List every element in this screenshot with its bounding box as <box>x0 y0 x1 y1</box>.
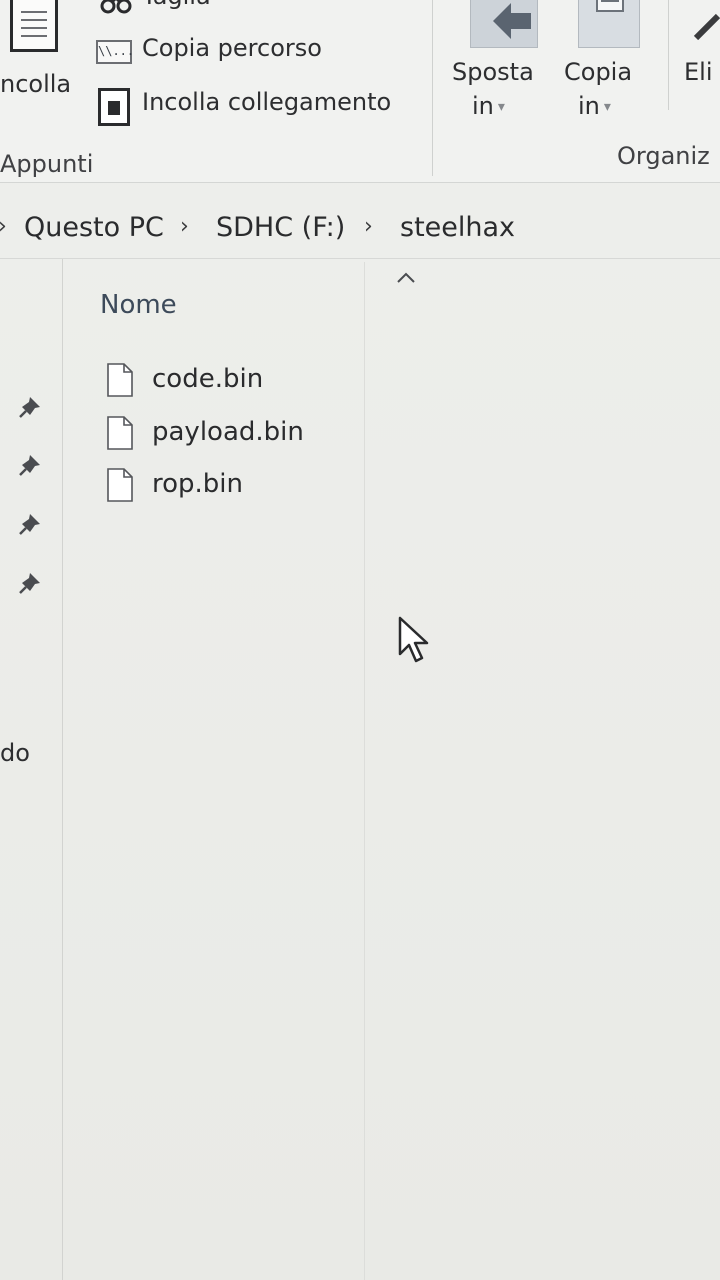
chevron-down-icon: ▾ <box>603 99 611 115</box>
ribbon-group-divider <box>432 0 433 176</box>
sort-ascending-icon <box>397 272 415 283</box>
ribbon-button-divider <box>668 0 669 110</box>
delete-button[interactable]: Eli <box>684 58 713 86</box>
paste-shortcut-button[interactable]: Incolla collegamento <box>142 88 391 116</box>
file-row[interactable]: code.bin <box>100 358 350 404</box>
file-row[interactable]: payload.bin <box>100 411 350 457</box>
breadcrumb-item-this-pc[interactable]: Questo PC <box>24 212 164 243</box>
move-to-dropdown[interactable]: in ▾ <box>472 92 505 120</box>
file-icon <box>107 416 133 450</box>
breadcrumb-item-sdhc[interactable]: SDHC (F:) <box>216 212 345 243</box>
breadcrumb-item-steelhax[interactable]: steelhax <box>400 212 515 243</box>
clipboard-paste-icon[interactable] <box>10 0 58 52</box>
organize-group-label: Organiz <box>617 142 710 170</box>
file-name: payload.bin <box>152 417 304 447</box>
delete-icon <box>693 13 720 40</box>
breadcrumb-separator[interactable]: › <box>364 214 373 239</box>
breadcrumb-separator: › <box>0 214 7 239</box>
copy-to-dropdown[interactable]: in ▾ <box>578 92 611 120</box>
copy-path-button[interactable]: Copia percorso <box>142 34 322 62</box>
move-to-label: Sposta <box>452 58 534 86</box>
copy-path-icon: \\... <box>96 40 134 64</box>
file-row[interactable]: rop.bin <box>100 463 350 509</box>
navigation-pane: do <box>0 259 63 1280</box>
ribbon: ncolla Taglia \\... Copia percorso Incol… <box>0 0 720 183</box>
copy-to-icon <box>578 0 640 48</box>
mouse-cursor-icon <box>398 616 429 663</box>
clipboard-group-label: Appunti <box>0 150 94 178</box>
file-icon <box>107 363 133 397</box>
file-name: rop.bin <box>152 469 243 499</box>
chevron-down-icon: ▾ <box>497 99 505 115</box>
file-icon <box>107 468 133 502</box>
nav-item-label[interactable]: do <box>0 739 30 767</box>
move-to-icon <box>470 0 538 48</box>
column-header-name[interactable]: Nome <box>100 290 177 320</box>
move-to-label-line2: in <box>472 92 494 120</box>
breadcrumb: › Questo PC › SDHC (F:) › steelhax <box>0 200 720 259</box>
scissors-icon <box>100 0 132 14</box>
file-name: code.bin <box>152 364 264 394</box>
pin-icon[interactable] <box>16 451 44 479</box>
paste-shortcut-icon <box>98 88 130 126</box>
copy-to-label-line2: in <box>578 92 600 120</box>
breadcrumb-separator[interactable]: › <box>180 214 189 239</box>
cut-button[interactable]: Taglia <box>142 0 211 10</box>
file-explorer-window: ncolla Taglia \\... Copia percorso Incol… <box>0 0 720 1280</box>
pin-icon[interactable] <box>16 393 44 421</box>
column-divider[interactable] <box>364 262 365 1280</box>
copy-to-label: Copia <box>564 58 633 86</box>
paste-button[interactable]: ncolla <box>0 70 71 98</box>
pin-icon[interactable] <box>16 510 44 538</box>
copy-to-button[interactable]: Copia <box>564 58 632 86</box>
pin-icon[interactable] <box>16 569 44 597</box>
move-to-button[interactable]: Sposta <box>452 58 534 86</box>
